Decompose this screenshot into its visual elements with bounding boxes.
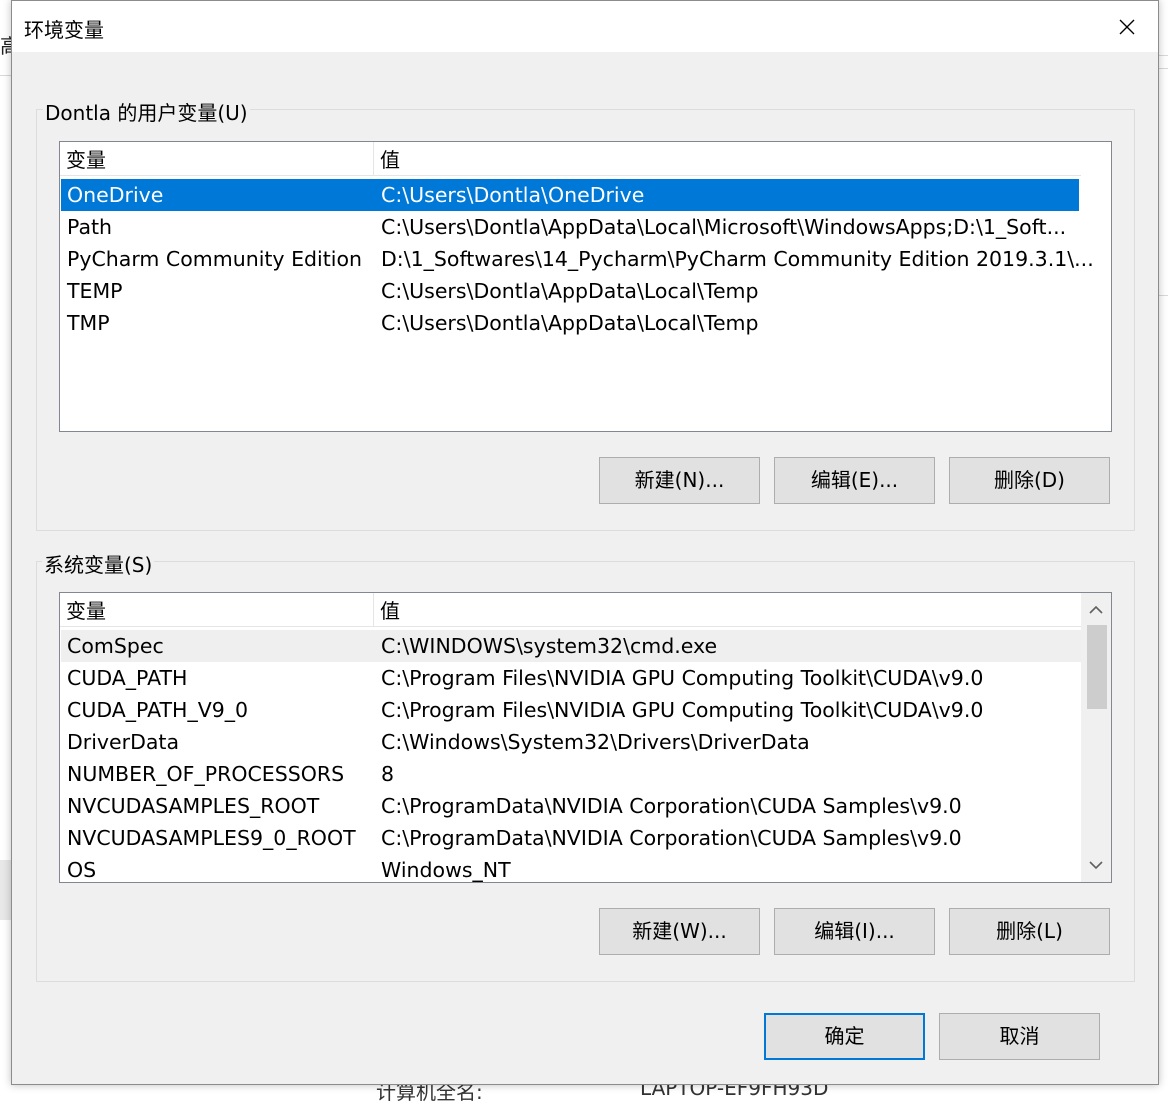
user-var-row[interactable]: Path C:\Users\Dontla\AppData\Local\Micro… bbox=[61, 211, 1079, 243]
scroll-down-button[interactable] bbox=[1081, 850, 1111, 880]
scroll-thumb[interactable] bbox=[1087, 625, 1107, 709]
var-value: C:\Users\Dontla\AppData\Local\Temp bbox=[381, 311, 759, 335]
cancel-button[interactable]: 取消 bbox=[939, 1013, 1100, 1060]
var-name: TMP bbox=[67, 311, 110, 335]
var-value: C:\Windows\System32\Drivers\DriverData bbox=[381, 730, 810, 754]
var-value: 8 bbox=[381, 762, 395, 786]
var-name: OS bbox=[67, 858, 97, 882]
var-name: ComSpec bbox=[67, 634, 164, 658]
var-value: Windows_NT bbox=[381, 858, 511, 882]
title-bar: 环境变量 bbox=[12, 1, 1158, 52]
ok-button[interactable]: 确定 bbox=[764, 1013, 925, 1060]
chevron-up-icon bbox=[1089, 605, 1103, 614]
user-delete-button[interactable]: 删除(D) bbox=[949, 457, 1110, 504]
system-variables-list[interactable]: 变量 值 ComSpec C:\WINDOWS\system32\cmd.exe… bbox=[59, 592, 1112, 883]
system-new-button[interactable]: 新建(W)... bbox=[599, 908, 760, 955]
var-name: NVCUDASAMPLES9_0_ROOT bbox=[67, 826, 356, 850]
background-divider bbox=[0, 75, 11, 76]
system-delete-button[interactable]: 删除(L) bbox=[949, 908, 1110, 955]
system-list-header: 变量 值 bbox=[60, 593, 1081, 627]
user-variables-list[interactable]: 变量 值 OneDrive C:\Users\Dontla\OneDrive P… bbox=[59, 141, 1112, 432]
system-edit-button[interactable]: 编辑(I)... bbox=[774, 908, 935, 955]
user-list-header: 变量 值 bbox=[60, 142, 1081, 176]
system-var-row[interactable]: CUDA_PATH C:\Program Files\NVIDIA GPU Co… bbox=[61, 662, 1081, 694]
var-value: D:\1_Softwares\14_Pycharm\PyCharm Commun… bbox=[381, 247, 1094, 271]
user-var-row[interactable]: TEMP C:\Users\Dontla\AppData\Local\Temp bbox=[61, 275, 1079, 307]
close-button[interactable] bbox=[1096, 1, 1158, 52]
system-var-row[interactable]: CUDA_PATH_V9_0 C:\Program Files\NVIDIA G… bbox=[61, 694, 1081, 726]
background-divider bbox=[1159, 68, 1168, 69]
chevron-down-icon bbox=[1089, 861, 1103, 870]
var-value: C:\Users\Dontla\AppData\Local\Temp bbox=[381, 279, 759, 303]
var-value: C:\Users\Dontla\OneDrive bbox=[381, 183, 645, 207]
var-name: OneDrive bbox=[67, 183, 164, 207]
var-name: NUMBER_OF_PROCESSORS bbox=[67, 762, 345, 786]
system-var-row[interactable]: ComSpec C:\WINDOWS\system32\cmd.exe bbox=[61, 630, 1081, 662]
var-name: NVCUDASAMPLES_ROOT bbox=[67, 794, 320, 818]
var-value: C:\Program Files\NVIDIA GPU Computing To… bbox=[381, 698, 984, 722]
column-header-value[interactable]: 值 bbox=[374, 142, 1081, 176]
system-var-row[interactable]: NUMBER_OF_PROCESSORS 8 bbox=[61, 758, 1081, 790]
system-variables-group-label: 系统变量(S) bbox=[42, 549, 155, 578]
user-var-row[interactable]: PyCharm Community Edition D:\1_Softwares… bbox=[61, 243, 1094, 275]
column-header-value[interactable]: 值 bbox=[374, 593, 1081, 627]
environment-variables-dialog: 环境变量 Dontla 的用户变量(U) 变量 值 OneDrive C:\Us… bbox=[11, 0, 1159, 1085]
system-list-scrollbar[interactable] bbox=[1081, 593, 1111, 882]
scroll-up-button[interactable] bbox=[1081, 595, 1111, 625]
var-name: CUDA_PATH_V9_0 bbox=[67, 698, 249, 722]
background-divider bbox=[1159, 295, 1168, 296]
user-var-row[interactable]: OneDrive C:\Users\Dontla\OneDrive bbox=[61, 179, 1079, 211]
var-name: DriverData bbox=[67, 730, 180, 754]
var-value: C:\WINDOWS\system32\cmd.exe bbox=[381, 634, 718, 658]
var-value: C:\Users\Dontla\AppData\Local\Microsoft\… bbox=[381, 215, 1067, 239]
var-value: C:\Program Files\NVIDIA GPU Computing To… bbox=[381, 666, 984, 690]
background-divider bbox=[0, 860, 11, 920]
background-divider bbox=[1159, 55, 1168, 56]
dialog-title: 环境变量 bbox=[24, 18, 104, 42]
var-name: Path bbox=[67, 215, 113, 239]
var-name: TEMP bbox=[67, 279, 123, 303]
column-header-name[interactable]: 变量 bbox=[60, 593, 374, 627]
user-var-row[interactable]: TMP C:\Users\Dontla\AppData\Local\Temp bbox=[61, 307, 1079, 339]
column-header-name[interactable]: 变量 bbox=[60, 142, 374, 176]
system-var-row[interactable]: OS Windows_NT bbox=[61, 854, 1081, 882]
user-variables-group-label: Dontla 的用户变量(U) bbox=[43, 97, 250, 126]
user-edit-button[interactable]: 编辑(E)... bbox=[774, 457, 935, 504]
close-icon bbox=[1119, 19, 1135, 34]
system-var-row[interactable]: NVCUDASAMPLES9_0_ROOT C:\ProgramData\NVI… bbox=[61, 822, 1081, 854]
user-new-button[interactable]: 新建(N)... bbox=[599, 457, 760, 504]
system-var-row[interactable]: NVCUDASAMPLES_ROOT C:\ProgramData\NVIDIA… bbox=[61, 790, 1081, 822]
var-name: PyCharm Community Edition bbox=[67, 247, 363, 271]
system-var-row[interactable]: DriverData C:\Windows\System32\Drivers\D… bbox=[61, 726, 1081, 758]
var-name: CUDA_PATH bbox=[67, 666, 188, 690]
var-value: C:\ProgramData\NVIDIA Corporation\CUDA S… bbox=[381, 794, 962, 818]
var-value: C:\ProgramData\NVIDIA Corporation\CUDA S… bbox=[381, 826, 962, 850]
